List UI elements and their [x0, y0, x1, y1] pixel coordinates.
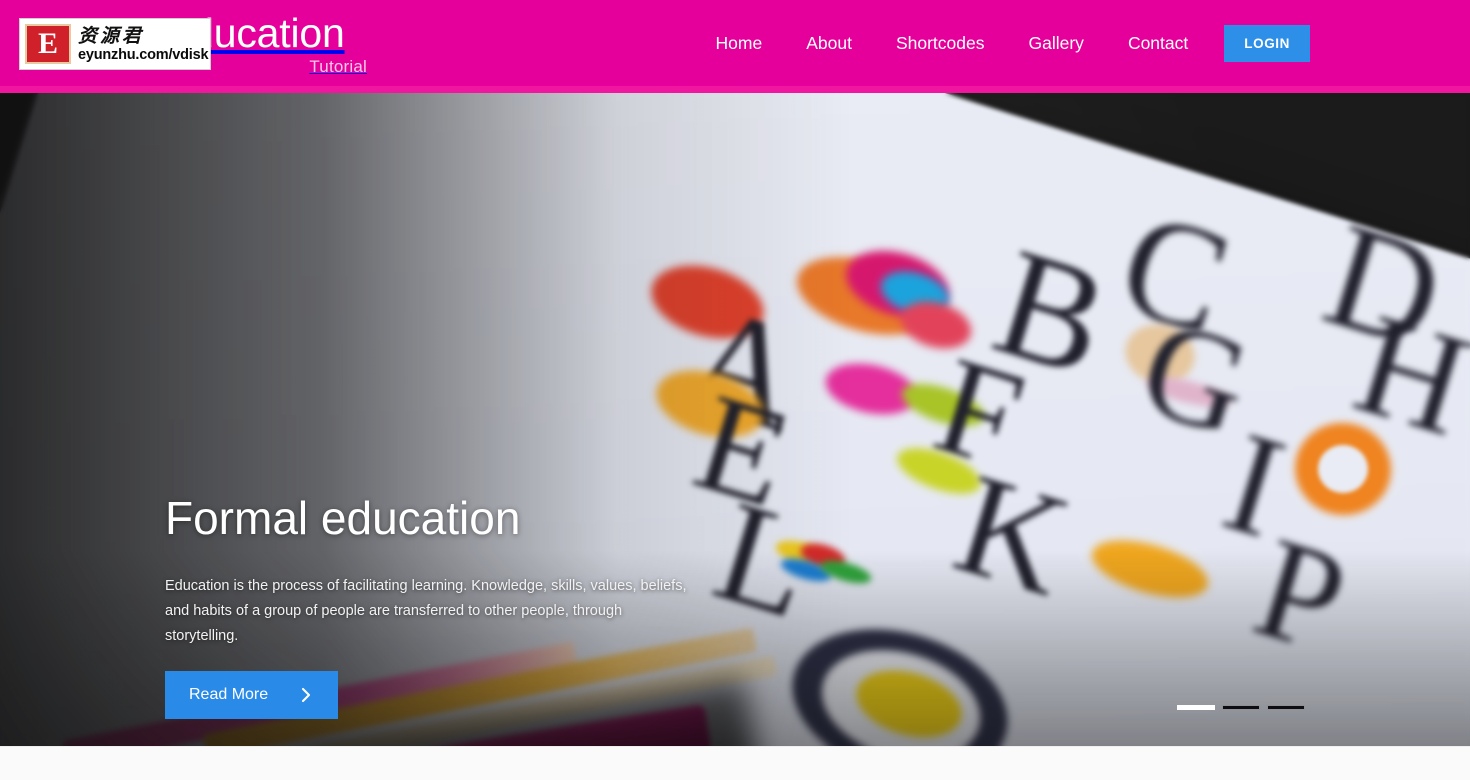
watermark-url-text: eyunzhu.com/vdisk [78, 46, 209, 63]
watermark-text: 资源君 eyunzhu.com/vdisk [78, 24, 209, 63]
nav-item-gallery[interactable]: Gallery [1007, 0, 1106, 86]
carousel-indicators[interactable] [1177, 705, 1305, 710]
main-navigation: Home About Shortcodes Gallery Contact LO… [694, 0, 1310, 86]
chevron-right-icon [298, 687, 314, 703]
watermark-overlay: E 资源君 eyunzhu.com/vdisk [19, 18, 211, 70]
hero-title: Formal education [165, 492, 521, 544]
page-body-below-fold [0, 746, 1470, 780]
watermark-logo-letter: E [37, 27, 58, 60]
hero-slider: A B C D E F G H I L K P Formal education… [0, 93, 1470, 746]
login-button[interactable]: LOGIN [1224, 24, 1310, 62]
watermark-logo-icon: E [25, 24, 71, 64]
nav-item-home[interactable]: Home [694, 0, 785, 86]
nav-item-about[interactable]: About [784, 0, 874, 86]
nav-item-contact[interactable]: Contact [1106, 0, 1210, 86]
watermark-cn-text: 资源君 [78, 24, 145, 47]
hero-copy: Formal education Education is the proces… [165, 491, 805, 719]
carousel-indicator-1[interactable] [1177, 705, 1215, 710]
read-more-label: Read More [189, 686, 269, 703]
read-more-button[interactable]: Read More [165, 671, 339, 719]
header-underline [0, 86, 1470, 93]
brand-title: Education [164, 10, 345, 56]
nav-item-shortcodes[interactable]: Shortcodes [874, 0, 1007, 86]
carousel-indicator-3[interactable] [1267, 705, 1305, 710]
carousel-indicator-2[interactable] [1222, 705, 1260, 710]
brand-logo[interactable]: Education Tutorial [164, 8, 584, 77]
site-header: Education Tutorial Home About Shortcodes… [0, 0, 1470, 86]
hero-description: Education is the process of facilitating… [165, 578, 687, 644]
